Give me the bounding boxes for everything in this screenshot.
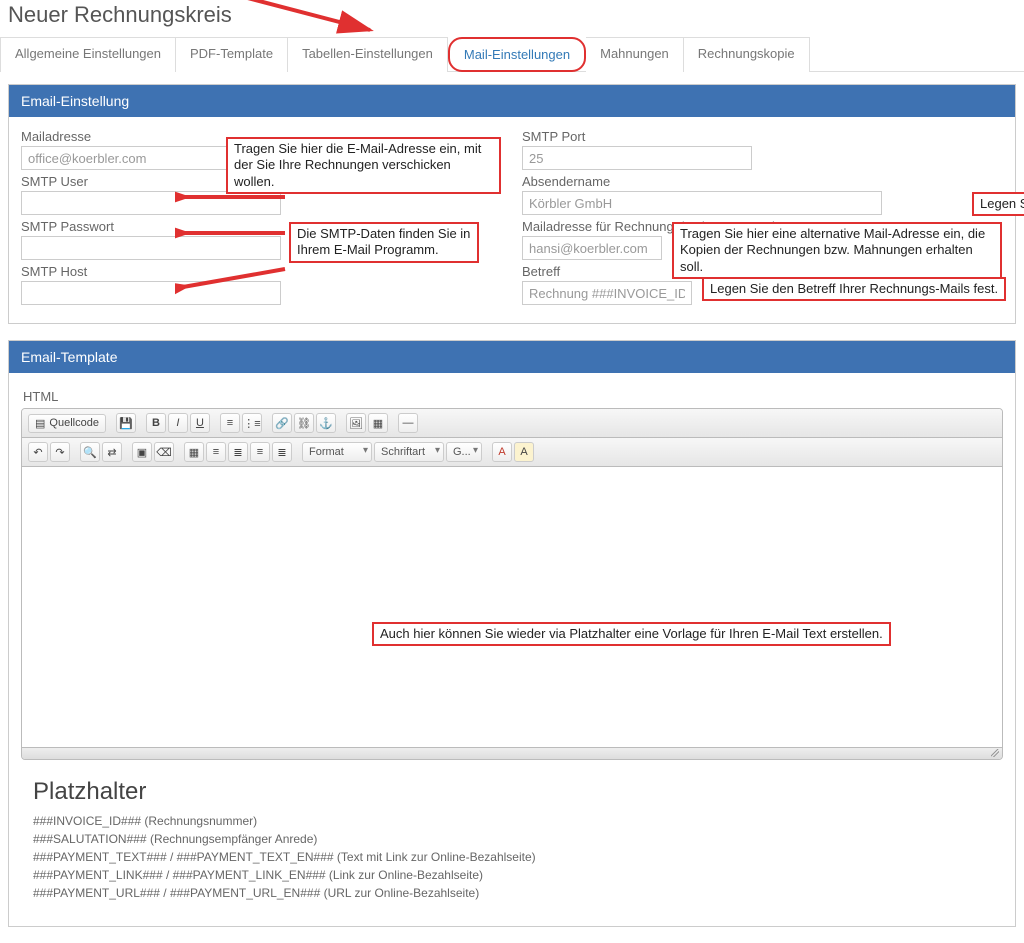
tab-allgemein[interactable]: Allgemeine Einstellungen bbox=[0, 37, 176, 72]
input-smtp-passwort[interactable] bbox=[21, 236, 281, 260]
annotation-betreff: Legen Sie den Betreff Ihrer Rechnungs-Ma… bbox=[702, 277, 1006, 301]
image-icon[interactable]: 🖼 bbox=[346, 413, 366, 433]
annotation-mailadresse: Tragen Sie hier die E-Mail-Adresse ein, … bbox=[226, 137, 501, 194]
panel-header-email-template: Email-Template bbox=[9, 341, 1015, 373]
redo-icon[interactable]: ↷ bbox=[50, 442, 70, 462]
find-icon[interactable]: 🔍 bbox=[80, 442, 100, 462]
replace-icon[interactable]: ⇄ bbox=[102, 442, 122, 462]
editor-resize-handle[interactable] bbox=[22, 747, 1002, 759]
input-smtp-host[interactable] bbox=[21, 281, 281, 305]
unlink-icon[interactable]: ⛓ bbox=[294, 413, 314, 433]
underline-button[interactable]: U bbox=[190, 413, 210, 433]
tab-mahnungen[interactable]: Mahnungen bbox=[586, 37, 684, 72]
source-label: Quellcode bbox=[49, 417, 99, 429]
editor-toolbar-row2: ↶ ↷ 🔍 ⇄ ▣ ⌫ ▦ ≡ ≣ ≡ ≣ Format Schrif bbox=[22, 438, 1002, 467]
tabs: Allgemeine Einstellungen PDF-Template Ta… bbox=[0, 36, 1024, 72]
label-absendername: Absendername bbox=[522, 174, 1003, 189]
input-absendername[interactable] bbox=[522, 191, 882, 215]
remove-format-icon[interactable]: ⌫ bbox=[154, 442, 174, 462]
label-smtp-port: SMTP Port bbox=[522, 129, 1003, 144]
align-justify-icon[interactable]: ≣ bbox=[272, 442, 292, 462]
undo-icon[interactable]: ↶ bbox=[28, 442, 48, 462]
link-icon[interactable]: 🔗 bbox=[272, 413, 292, 433]
input-smtp-user[interactable] bbox=[21, 191, 281, 215]
hr-icon[interactable]: — bbox=[398, 413, 418, 433]
format-select[interactable]: Format bbox=[302, 442, 372, 462]
panel-email-template: Email-Template HTML ▤ Quellcode 💾 B I U … bbox=[8, 340, 1016, 927]
size-select[interactable]: G... bbox=[446, 442, 482, 462]
select-all-icon[interactable]: ▣ bbox=[132, 442, 152, 462]
panel-email-einstellung: Email-Einstellung Mailadresse SMTP User … bbox=[8, 84, 1016, 324]
insert-table-icon[interactable]: ▦ bbox=[184, 442, 204, 462]
annotation-editor: Auch hier können Sie wieder via Platzhal… bbox=[372, 622, 891, 646]
label-smtp-host: SMTP Host bbox=[21, 264, 502, 279]
text-color-icon[interactable]: A bbox=[492, 442, 512, 462]
input-betreff[interactable] bbox=[522, 281, 692, 305]
placeholder-item: ###INVOICE_ID### (Rechnungsnummer) bbox=[33, 812, 1003, 830]
platzhalter-list: ###INVOICE_ID### (Rechnungsnummer) ###SA… bbox=[33, 812, 1003, 902]
anchor-icon[interactable]: ⚓ bbox=[316, 413, 336, 433]
placeholder-item: ###SALUTATION### (Rechnungsempfänger Anr… bbox=[33, 830, 1003, 848]
label-html: HTML bbox=[23, 389, 1003, 404]
source-icon: ▤ bbox=[35, 417, 45, 430]
placeholder-item: ###PAYMENT_TEXT### / ###PAYMENT_TEXT_EN#… bbox=[33, 848, 1003, 866]
table-icon[interactable]: ▦ bbox=[368, 413, 388, 433]
source-button[interactable]: ▤ Quellcode bbox=[28, 414, 106, 433]
save-icon[interactable]: 💾 bbox=[116, 413, 136, 433]
align-left-icon[interactable]: ≡ bbox=[206, 442, 226, 462]
annotation-smtp: Die SMTP-Daten finden Sie in Ihrem E-Mai… bbox=[289, 222, 479, 263]
annotation-absendername: Legen Sie noch den Absendernamen fest. bbox=[972, 192, 1024, 216]
align-center-icon[interactable]: ≣ bbox=[228, 442, 248, 462]
page-title: Neuer Rechnungskreis bbox=[8, 2, 1024, 28]
placeholder-item: ###PAYMENT_URL### / ###PAYMENT_URL_EN###… bbox=[33, 884, 1003, 902]
font-select[interactable]: Schriftart bbox=[374, 442, 444, 462]
editor-textarea[interactable]: Auch hier können Sie wieder via Platzhal… bbox=[22, 467, 1002, 747]
tab-rechnungskopie[interactable]: Rechnungskopie bbox=[684, 37, 810, 72]
placeholder-item: ###PAYMENT_LINK### / ###PAYMENT_LINK_EN#… bbox=[33, 866, 1003, 884]
tab-pdf-template[interactable]: PDF-Template bbox=[176, 37, 288, 72]
tab-mail-einstellungen[interactable]: Mail-Einstellungen bbox=[448, 37, 586, 72]
input-smtp-port[interactable] bbox=[522, 146, 752, 170]
bulleted-list-button[interactable]: ⋮≡ bbox=[242, 413, 262, 433]
bg-color-icon[interactable]: A bbox=[514, 442, 534, 462]
input-mail-kopien[interactable] bbox=[522, 236, 662, 260]
align-right-icon[interactable]: ≡ bbox=[250, 442, 270, 462]
rich-text-editor: ▤ Quellcode 💾 B I U ≡ ⋮≡ 🔗 ⛓ ⚓ bbox=[21, 408, 1003, 760]
bold-button[interactable]: B bbox=[146, 413, 166, 433]
editor-toolbar-row1: ▤ Quellcode 💾 B I U ≡ ⋮≡ 🔗 ⛓ ⚓ bbox=[22, 409, 1002, 438]
tab-tabellen[interactable]: Tabellen-Einstellungen bbox=[288, 37, 448, 72]
italic-button[interactable]: I bbox=[168, 413, 188, 433]
annotation-mail-kopien: Tragen Sie hier eine alternative Mail-Ad… bbox=[672, 222, 1002, 279]
platzhalter-title: Platzhalter bbox=[33, 778, 1003, 806]
panel-header-email-einstellung: Email-Einstellung bbox=[9, 85, 1015, 117]
numbered-list-button[interactable]: ≡ bbox=[220, 413, 240, 433]
